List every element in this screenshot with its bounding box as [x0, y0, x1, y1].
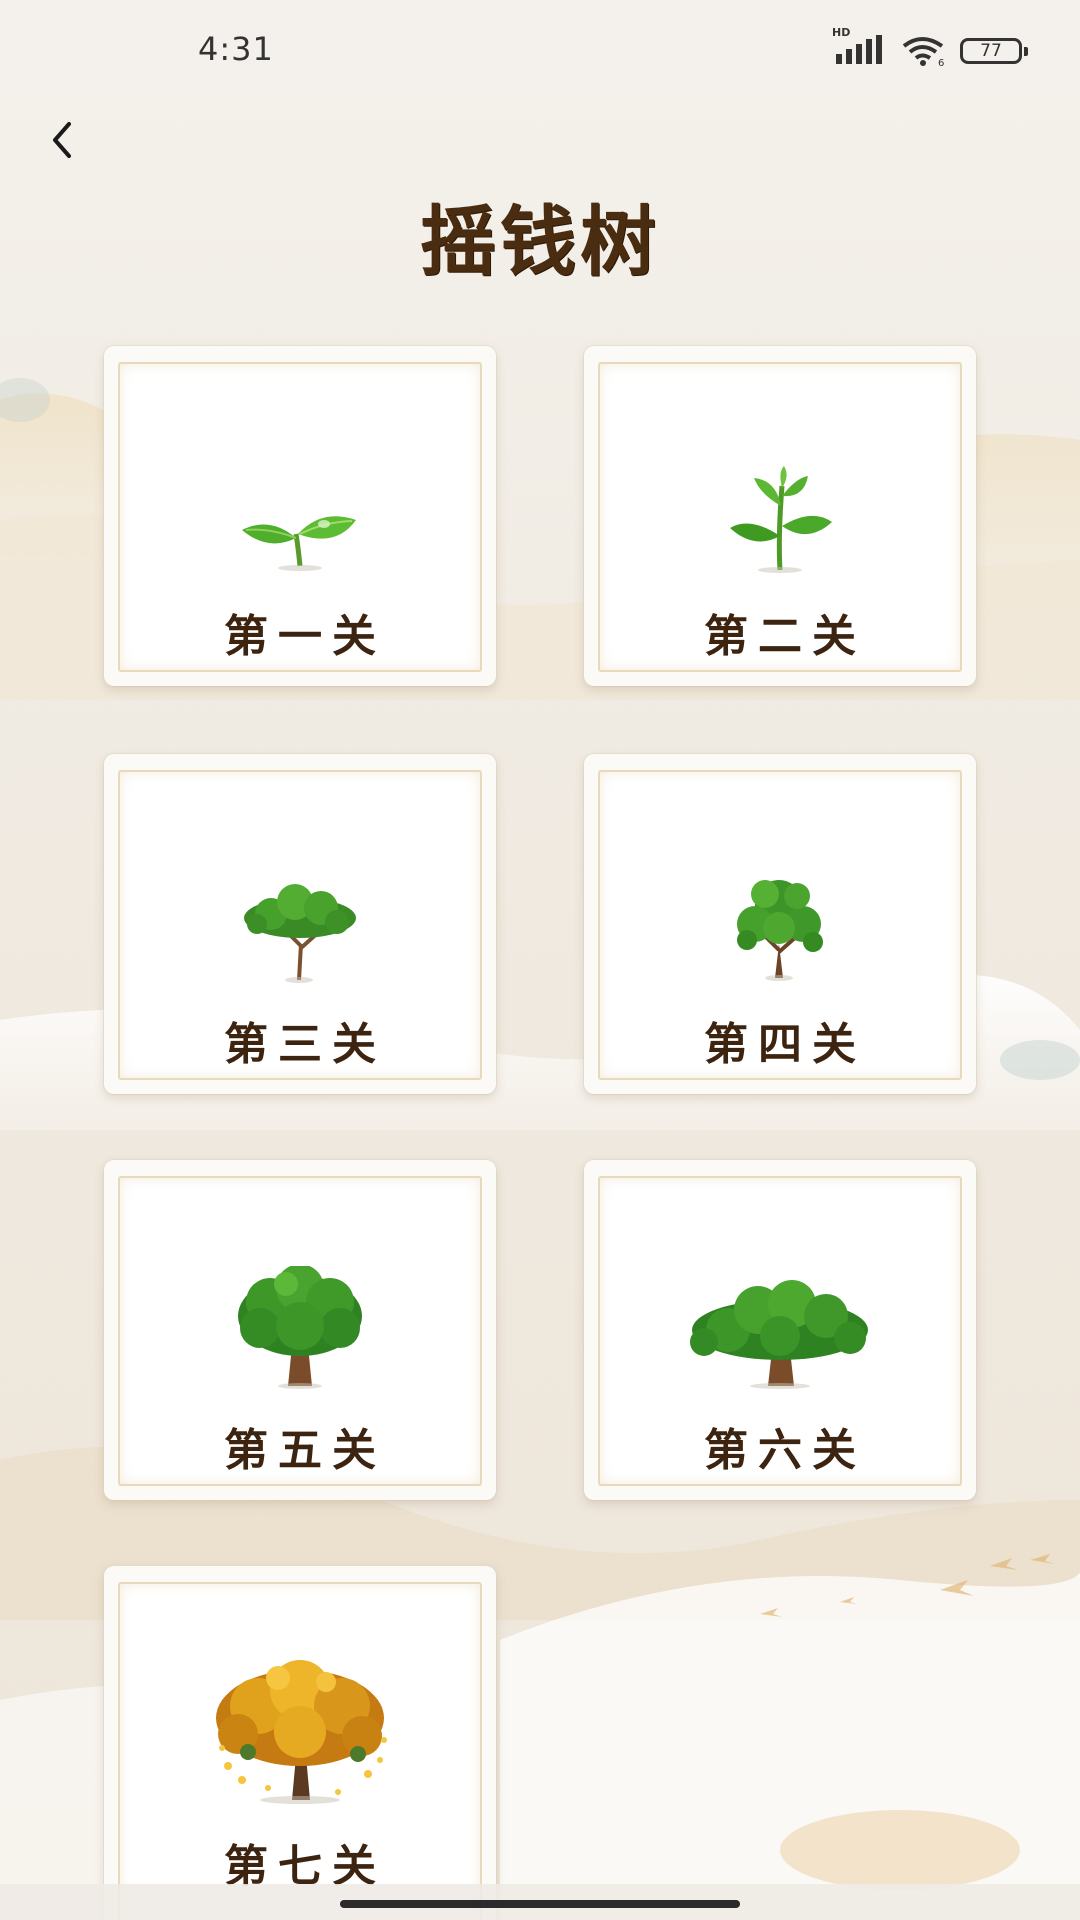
level-label: 第五关 — [224, 1425, 386, 1476]
back-button[interactable] — [38, 112, 86, 168]
battery-icon: 77 — [960, 38, 1028, 64]
level-label: 第三关 — [224, 1019, 386, 1070]
level-card-6[interactable]: 第六关 — [584, 1160, 976, 1500]
wifi-icon: 6 — [902, 37, 944, 68]
status-bar: 4:31 HD 6 77 — [0, 0, 1080, 100]
level-card-7[interactable]: 第七关 — [104, 1566, 496, 1920]
status-time: 4:31 — [198, 30, 274, 68]
level-card-5[interactable]: 第五关 — [104, 1160, 496, 1500]
leafy-tree-icon — [104, 1260, 496, 1390]
status-icons: HD 6 77 — [832, 26, 1028, 68]
svg-text:6: 6 — [938, 58, 944, 68]
young-plant-icon — [584, 446, 976, 576]
level-label: 第六关 — [704, 1425, 866, 1476]
navigation-bar — [0, 1884, 1080, 1920]
level-label: 第四关 — [704, 1019, 866, 1070]
large-tree-icon — [584, 1260, 976, 1390]
seedling-sprout-icon — [104, 446, 496, 576]
battery-level: 77 — [980, 41, 1002, 61]
level-label: 第一关 — [224, 611, 386, 662]
home-indicator[interactable] — [340, 1900, 740, 1908]
cellular-signal-icon: HD — [832, 26, 888, 68]
level-label: 第二关 — [704, 611, 866, 662]
chevron-left-icon — [53, 122, 71, 158]
level-card-4[interactable]: 第四关 — [584, 754, 976, 1094]
page-title: 摇钱树 — [420, 197, 660, 286]
small-tree-icon — [104, 854, 496, 984]
growing-tree-icon — [584, 854, 976, 984]
level-card-1[interactable]: 第一关 — [104, 346, 496, 686]
level-card-3[interactable]: 第三关 — [104, 754, 496, 1094]
network-type-label: HD — [832, 26, 851, 39]
level-card-2[interactable]: 第二关 — [584, 346, 976, 686]
golden-money-tree-icon — [104, 1646, 496, 1806]
